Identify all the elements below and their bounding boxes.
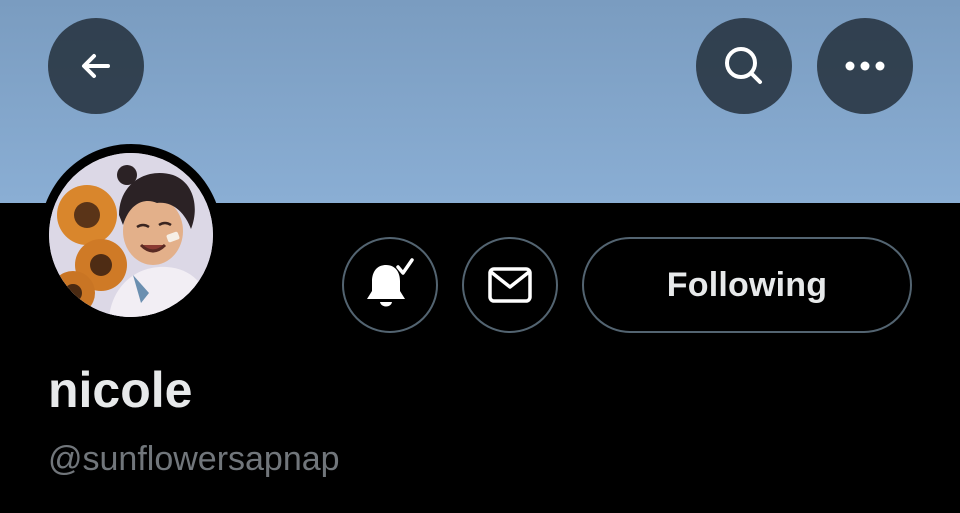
more-horizontal-icon (845, 61, 885, 71)
bell-check-icon (367, 258, 414, 307)
following-button[interactable]: Following (582, 237, 912, 333)
avatar-border (40, 144, 222, 326)
back-button[interactable] (48, 18, 144, 114)
more-button[interactable] (817, 18, 913, 114)
avatar-image (49, 153, 213, 317)
avatar[interactable] (49, 153, 213, 317)
arrow-left-icon (82, 54, 110, 78)
search-icon (725, 47, 762, 84)
envelope-icon (488, 267, 532, 303)
display-name: nicole (48, 362, 193, 418)
search-button[interactable] (696, 18, 792, 114)
message-button[interactable] (462, 237, 558, 333)
following-label: Following (666, 265, 828, 304)
username-handle: @sunflowersapnap (48, 440, 340, 478)
notifications-button[interactable] (342, 237, 438, 333)
